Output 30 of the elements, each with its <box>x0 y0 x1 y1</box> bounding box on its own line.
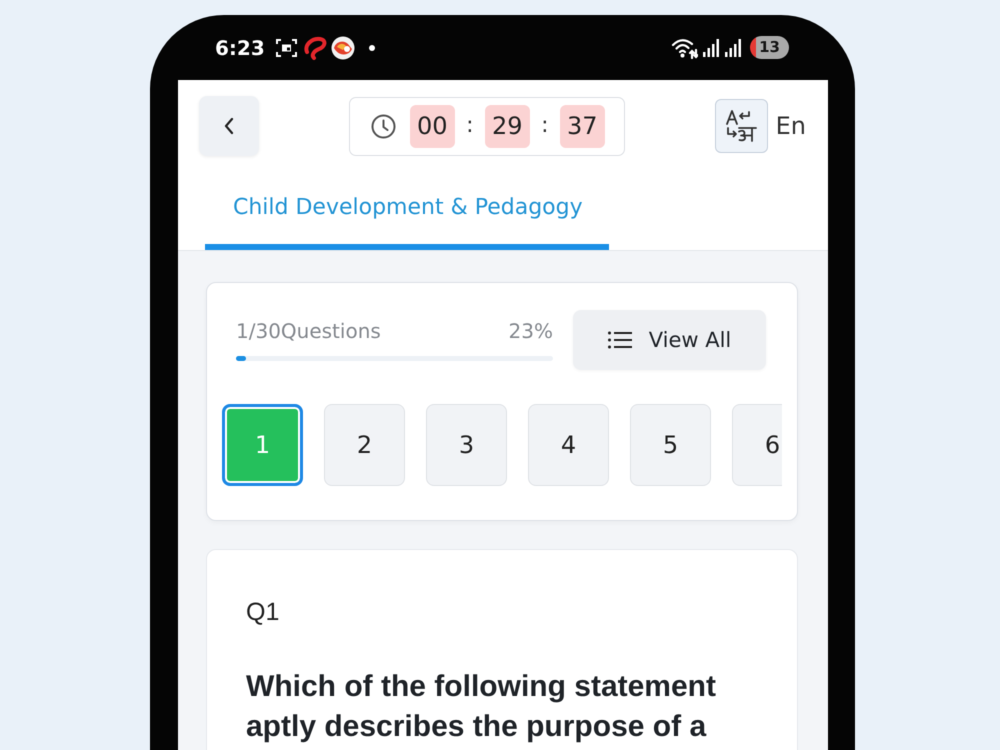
chevron-left-icon <box>223 117 235 135</box>
question-number-button[interactable]: 2 <box>324 404 405 486</box>
dot-icon <box>368 44 375 50</box>
swirl-icon <box>302 36 328 60</box>
view-all-button[interactable]: View All <box>573 310 766 370</box>
battery-indicator: 13 <box>750 36 789 59</box>
signal-icon <box>725 38 741 56</box>
wifi-icon <box>671 36 698 58</box>
list-icon <box>608 331 632 349</box>
question-text: Which of the following statement aptly describes the purpose of a <box>246 669 717 745</box>
progress-percent: 23% <box>508 319 553 343</box>
time-separator: : <box>540 112 550 140</box>
translate-icon <box>724 109 758 143</box>
status-time: 6:23 <box>215 36 265 60</box>
language-label: En <box>776 111 806 141</box>
time-separator: : <box>465 112 475 140</box>
time-segment: 37 <box>560 104 605 148</box>
question-number-button[interactable]: 6 <box>732 404 782 486</box>
clock-icon <box>370 114 396 138</box>
question-number-button[interactable]: 5 <box>630 404 711 486</box>
question-number-button[interactable]: 3 <box>426 404 507 486</box>
question-number-button[interactable]: 4 <box>528 404 609 486</box>
translate-button[interactable] <box>714 99 768 153</box>
progress-count: 1/30Questions <box>236 319 381 343</box>
signal-icon <box>703 38 719 56</box>
question-number: Q1 <box>246 597 280 627</box>
time-segment: 00 <box>410 104 455 148</box>
time-segment: 29 <box>484 104 530 148</box>
app-icon <box>330 36 355 60</box>
screenshot-icon <box>276 38 297 58</box>
